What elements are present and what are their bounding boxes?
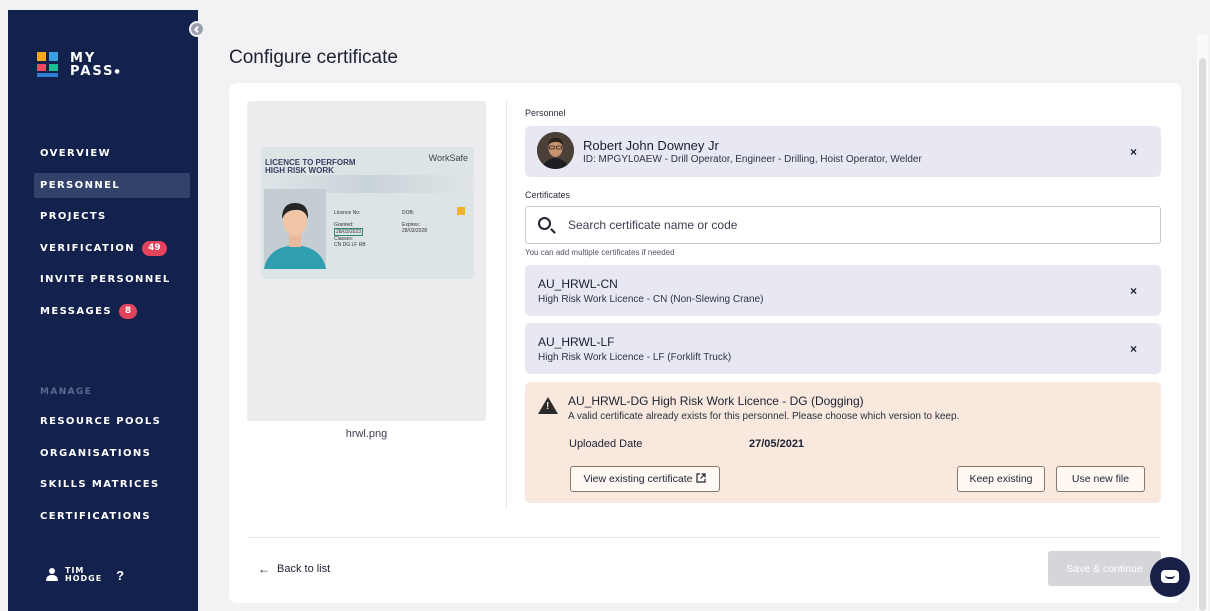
remove-personnel-icon[interactable]: ×: [1130, 145, 1137, 159]
use-new-file-button[interactable]: Use new file: [1056, 466, 1145, 492]
certificate-item: AU_HRWL-LF High Risk Work Licence - LF (…: [525, 323, 1161, 374]
preview-filename: hrwl.png: [345, 428, 388, 440]
help-icon[interactable]: ?: [116, 568, 124, 583]
certificate-search-input[interactable]: [568, 216, 1128, 234]
licence-photo-icon: [264, 189, 326, 269]
mypass-logo[interactable]: MY PASS●: [37, 52, 122, 78]
licence-image: LICENCE TO PERFORM HIGH RISK WORK WorkSa…: [261, 147, 474, 279]
certificates-label: Certificates: [525, 190, 571, 200]
configure-card: LICENCE TO PERFORM HIGH RISK WORK WorkSa…: [229, 83, 1181, 603]
warning-icon: [538, 397, 558, 414]
chat-support-button[interactable]: [1150, 557, 1190, 597]
certificate-search: [525, 206, 1161, 244]
personnel-label: Personnel: [525, 108, 566, 118]
certificate-code: AU_HRWL-CN: [538, 277, 618, 291]
collapse-sidebar-button[interactable]: [189, 21, 205, 37]
licence-title-line2: HIGH RISK WORK: [265, 166, 334, 175]
save-continue-button[interactable]: Save & continue: [1048, 551, 1161, 586]
user-profile[interactable]: TIM HODGE ?: [45, 567, 124, 583]
main-nav: OVERVIEW PERSONNEL PROJECTS VERIFICATION…: [34, 141, 190, 330]
view-existing-certificate-button[interactable]: View existing certificate: [570, 466, 720, 492]
nav-certifications[interactable]: CERTIFICATIONS: [34, 504, 190, 529]
warning-title: AU_HRWL-DG High Risk Work Licence - DG (…: [568, 394, 864, 408]
uploaded-date-label: Uploaded Date: [569, 438, 643, 450]
selected-personnel: Robert John Downey Jr ID: MPGYL0AEW - Dr…: [525, 126, 1161, 177]
file-preview: LICENCE TO PERFORM HIGH RISK WORK WorkSa…: [247, 101, 486, 421]
external-link-icon: [696, 472, 707, 486]
certificate-code: AU_HRWL-LF: [538, 335, 615, 349]
logo-text-line2: PASS: [70, 64, 115, 79]
sidebar: MY PASS● OVERVIEW PERSONNEL PROJECTS VER…: [8, 10, 198, 611]
nav-section-manage: MANAGE: [40, 387, 93, 397]
manage-nav: RESOURCE POOLS ORGANISATIONS SKILLS MATR…: [40, 409, 190, 535]
nav-skills-matrices[interactable]: SKILLS MATRICES: [34, 472, 190, 497]
remove-certificate-icon[interactable]: ×: [1130, 284, 1137, 298]
page-scrollbar[interactable]: [1199, 58, 1206, 611]
nav-personnel[interactable]: PERSONNEL: [34, 172, 190, 198]
avatar: [537, 132, 574, 169]
messages-count-badge: 8: [118, 303, 138, 319]
logo-mark-icon: [37, 52, 59, 78]
back-to-list-link[interactable]: ← Back to list: [258, 562, 330, 576]
user-icon: [45, 568, 59, 582]
verification-count-badge: 49: [142, 240, 167, 256]
uploaded-date-value: 27/05/2021: [749, 438, 805, 450]
nav-overview[interactable]: OVERVIEW: [34, 141, 190, 166]
certificate-name: High Risk Work Licence - CN (Non-Slewing…: [538, 294, 764, 305]
duplicate-warning: AU_HRWL-DG High Risk Work Licence - DG (…: [525, 382, 1161, 503]
page-title: Configure certificate: [229, 47, 398, 68]
user-last-name: HODGE: [65, 574, 103, 583]
personnel-name: Robert John Downey Jr: [583, 138, 719, 153]
nav-organisations[interactable]: ORGANISATIONS: [34, 441, 190, 466]
nav-verification[interactable]: VERIFICATION 49: [34, 236, 190, 261]
certificates-hint: You can add multiple certificates if nee…: [525, 248, 675, 257]
certificate-name: High Risk Work Licence - LF (Forklift Tr…: [538, 352, 732, 363]
certificate-item: AU_HRWL-CN High Risk Work Licence - CN (…: [525, 265, 1161, 316]
nav-resource-pools[interactable]: RESOURCE POOLS: [34, 409, 190, 434]
keep-existing-button[interactable]: Keep existing: [957, 466, 1045, 492]
arrow-left-icon: ←: [258, 562, 270, 576]
licence-brand: WorkSafe: [428, 153, 468, 163]
nav-invite-personnel[interactable]: INVITE PERSONNEL: [34, 267, 190, 292]
nav-projects[interactable]: PROJECTS: [34, 204, 190, 229]
nav-messages[interactable]: MESSAGES 8: [34, 299, 190, 324]
warning-text: A valid certificate already exists for t…: [568, 411, 960, 422]
personnel-id: ID: MPGYL0AEW - Drill Operator, Engineer…: [583, 154, 922, 165]
remove-certificate-icon[interactable]: ×: [1130, 342, 1137, 356]
search-icon: [538, 217, 551, 230]
